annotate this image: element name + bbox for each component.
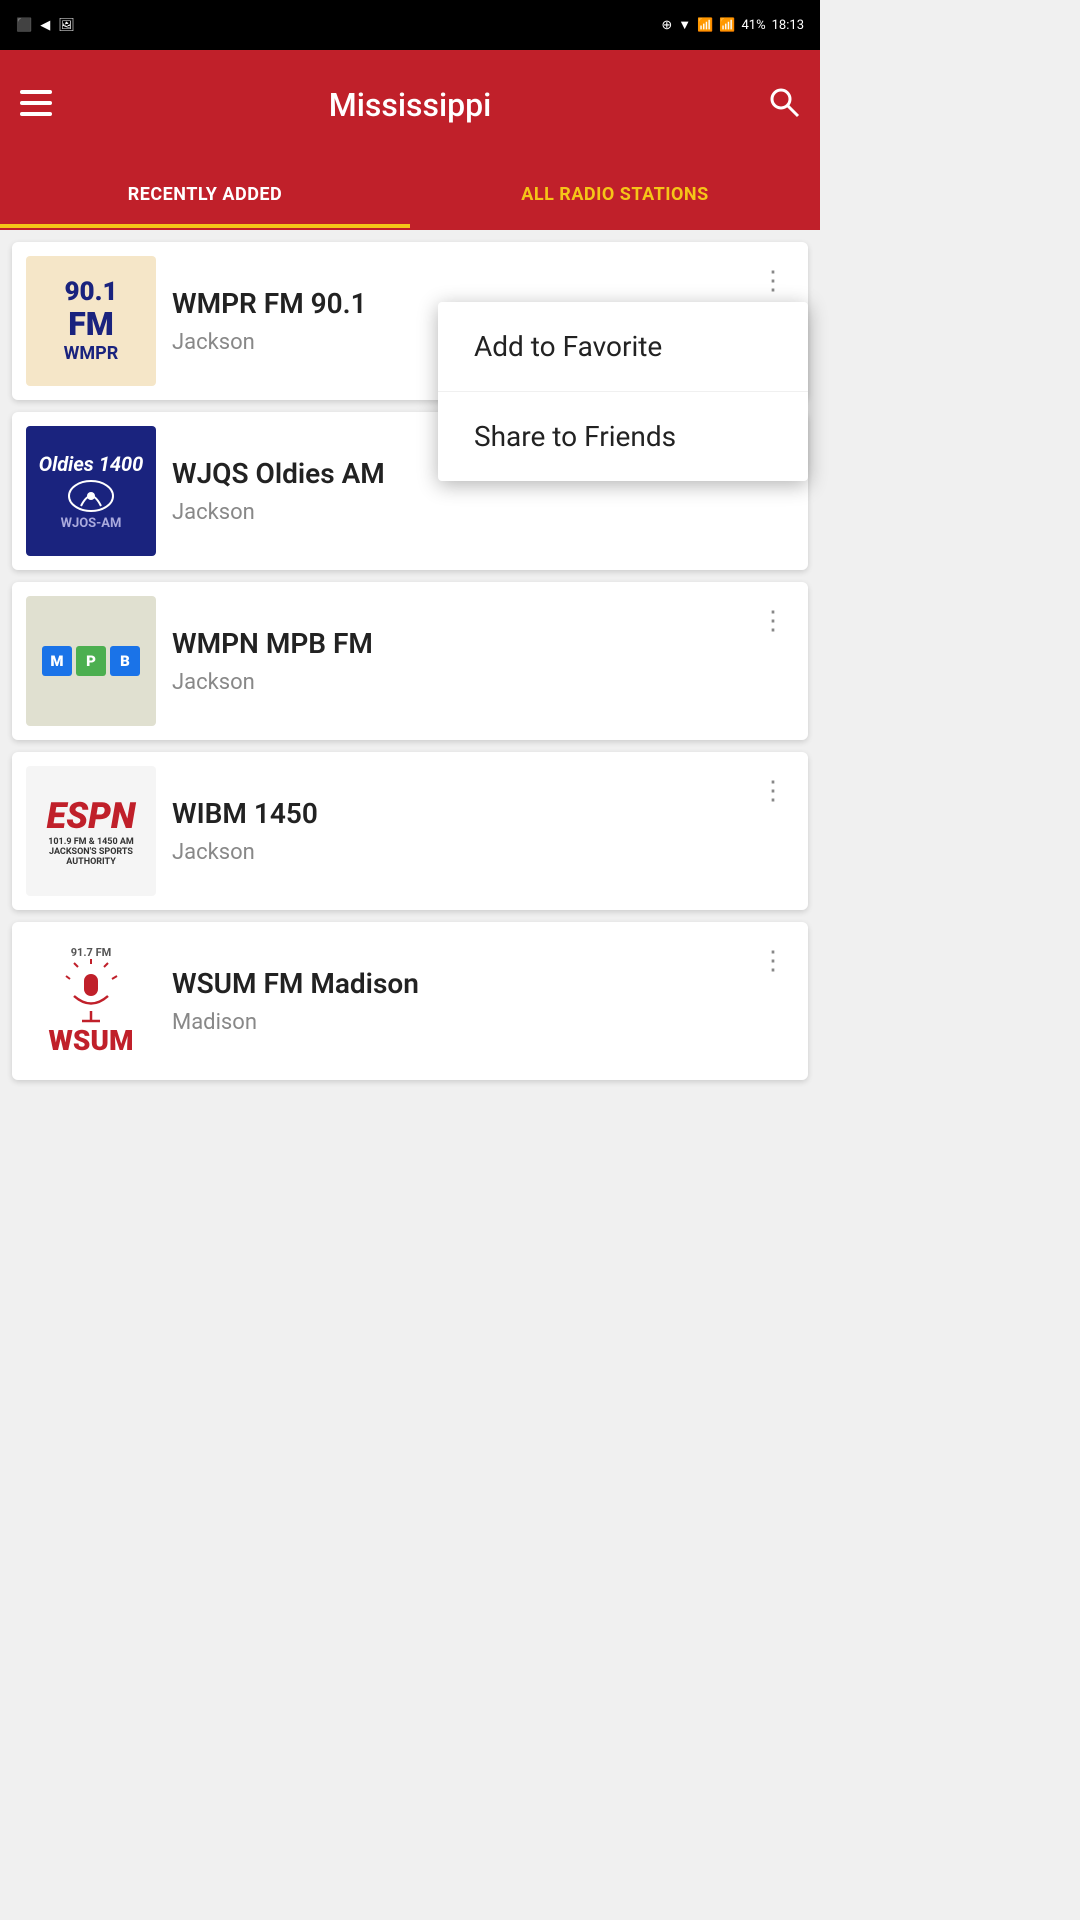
notification-icon: ⬛ <box>16 18 32 33</box>
wsum-freq-text: 91.7 FM <box>71 946 112 959</box>
more-button-wmpr[interactable]: ⋮ <box>752 260 794 302</box>
station-info-wmpn: WMPN MPB FM Jackson <box>156 627 752 695</box>
tabs-bar: RECENTLY ADDED ALL RADIO STATIONS <box>0 160 820 230</box>
search-button[interactable] <box>768 86 800 125</box>
context-menu: Add to Favorite Share to Friends <box>438 302 808 481</box>
more-button-wsum[interactable]: ⋮ <box>752 940 794 982</box>
station-name-wibm: WIBM 1450 <box>172 797 736 830</box>
app-bar: Mississippi <box>0 50 820 160</box>
station-card-wibm[interactable]: ESPN 101.9 FM & 1450 AMJACKSON'S SPORTS … <box>12 752 808 910</box>
espn-sub-text: 101.9 FM & 1450 AMJACKSON'S SPORTS AUTHO… <box>26 837 156 867</box>
tab-all-radio-stations[interactable]: ALL RADIO STATIONS <box>410 160 820 228</box>
menu-button[interactable] <box>20 90 52 121</box>
tab-recently-added[interactable]: RECENTLY ADDED <box>0 160 410 228</box>
espn-text: ESPN <box>47 795 136 837</box>
station-info-wibm: WIBM 1450 Jackson <box>156 797 752 865</box>
station-info-wsum: WSUM FM Madison Madison <box>156 967 752 1035</box>
battery-text: 41% <box>741 18 765 33</box>
signal1-icon: 📶 <box>697 18 713 33</box>
mpb-p-block: P <box>76 646 106 676</box>
more-button-wibm[interactable]: ⋮ <box>752 770 794 812</box>
station-city-wsum: Madison <box>172 1010 736 1035</box>
station-card-wmpn[interactable]: M P B WMPN MPB FM Jackson ⋮ <box>12 582 808 740</box>
station-logo-wmpn: M P B <box>26 596 156 726</box>
wifi-icon: ▼ <box>678 17 691 33</box>
station-logo-wmpr: 90.1 FM WMPR <box>26 256 156 386</box>
station-card-wsum[interactable]: 91.7 FM WSUM WSUM FM Madison Madison <box>12 922 808 1080</box>
time-display: 18:13 <box>772 18 804 33</box>
page-title: Mississippi <box>329 86 491 124</box>
back-icon: ◀ <box>40 18 50 33</box>
image-icon: 🖼 <box>58 18 75 33</box>
status-bar-right: ⊕ ▼ 📶 📶 41% 18:13 <box>661 17 804 33</box>
station-city-wibm: Jackson <box>172 840 736 865</box>
station-logo-wibm: ESPN 101.9 FM & 1450 AMJACKSON'S SPORTS … <box>26 766 156 896</box>
station-logo-wsum: 91.7 FM WSUM <box>26 936 156 1066</box>
status-bar: ⬛ ◀ 🖼 ⊕ ▼ 📶 📶 41% 18:13 <box>0 0 820 50</box>
station-name-wsum: WSUM FM Madison <box>172 967 736 1000</box>
station-city-wjqs: Jackson <box>172 500 736 525</box>
station-name-wmpn: WMPN MPB FM <box>172 627 736 660</box>
mpb-m-block: M <box>42 646 72 676</box>
wsum-label: WSUM <box>48 1024 133 1057</box>
tab-all-label: ALL RADIO STATIONS <box>521 184 708 205</box>
station-logo-wjqs: Oldies 1400 WJOS-AM <box>26 426 156 556</box>
tab-recently-label: RECENTLY ADDED <box>128 184 283 205</box>
share-friends-menu-item[interactable]: Share to Friends <box>438 392 808 481</box>
add-favorite-menu-item[interactable]: Add to Favorite <box>438 302 808 392</box>
station-city-wmpn: Jackson <box>172 670 736 695</box>
status-bar-left: ⬛ ◀ 🖼 <box>16 18 75 33</box>
stations-list: 90.1 FM WMPR WMPR FM 90.1 Jackson ⋮ Add … <box>0 230 820 1092</box>
more-button-wmpn[interactable]: ⋮ <box>752 600 794 642</box>
station-card-wmpr[interactable]: 90.1 FM WMPR WMPR FM 90.1 Jackson ⋮ Add … <box>12 242 808 400</box>
circle-plus-icon: ⊕ <box>661 18 672 33</box>
mpb-b-block: B <box>110 646 140 676</box>
signal2-icon: 📶 <box>719 18 735 33</box>
